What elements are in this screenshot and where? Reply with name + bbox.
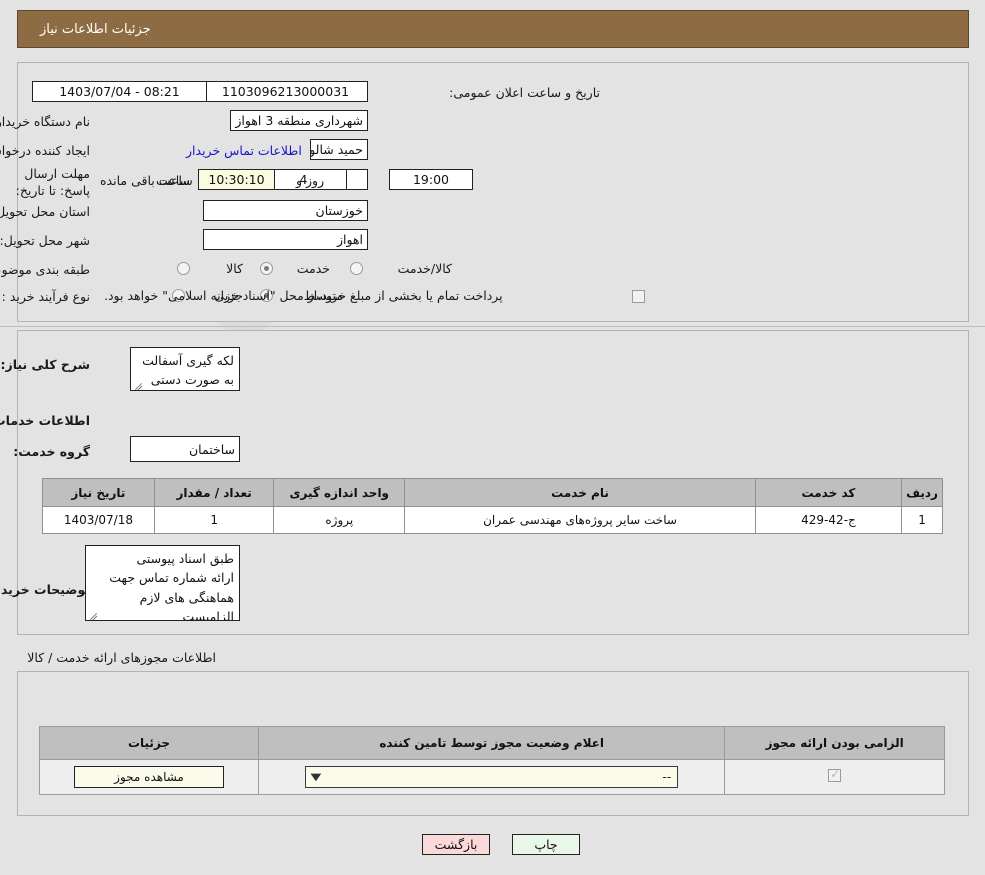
print-button[interactable]: چاپ (512, 834, 580, 855)
cell-permit-status: -- ▼ (258, 759, 726, 795)
resize-grip-icon[interactable] (133, 379, 143, 389)
services-table: ردیف کد خدمت نام خدمت واحد اندازه گیری ت… (42, 478, 943, 534)
treasury-bonds-note: پرداخت تمام یا بخشی از مبلغ خرید،از محل … (104, 288, 503, 303)
col-code: کد خدمت (754, 478, 903, 507)
cell-name: ساخت سایر پروژه‌های مهندسی عمران (404, 506, 756, 534)
process-label: نوع فرآیند خرید : (1, 289, 90, 304)
permit-required-checkbox (828, 767, 842, 782)
permits-table-header-row: الزامی بودن ارائه مجوز اعلام وضعیت مجوز … (38, 726, 945, 760)
cell-need-date: 1403/07/18 (42, 506, 155, 534)
cell-code: ج-42-429 (754, 506, 903, 534)
remaining-days-label: روز و (296, 173, 325, 188)
services-table-header-row: ردیف کد خدمت نام خدمت واحد اندازه گیری ت… (42, 478, 943, 507)
city-label: شهر محل تحویل: (0, 233, 90, 248)
col-quantity: تعداد / مقدار (153, 478, 275, 507)
view-permit-button[interactable]: مشاهده مجوز (74, 766, 225, 788)
cell-permit-required (724, 759, 945, 795)
page-title-bar: جزئیات اطلاعات نیاز (17, 10, 969, 48)
chevron-down-icon: ▼ (310, 771, 322, 783)
treasury-bonds-checkbox[interactable] (632, 290, 645, 303)
cell-quantity: 1 (153, 506, 275, 534)
need-description-box[interactable]: لکه گیری آسفالت به صورت دستی در نواحی 1 … (130, 347, 240, 391)
need-description-label: شرح کلی نیاز: (0, 357, 90, 372)
service-group-value: ساختمان (130, 436, 240, 462)
page-title: جزئیات اطلاعات نیاز (40, 21, 151, 37)
buyer-notes-line-2: ارائه شماره تماس جهت هماهنگی های لازم ال… (109, 570, 234, 621)
city-value: اهواز (203, 229, 368, 250)
buyer-contact-link[interactable]: اطلاعات تماس خریدار (186, 143, 302, 158)
buyer-notes-label: توضیحات خریدار: (0, 582, 90, 597)
permits-table: الزامی بودن ارائه مجوز اعلام وضعیت مجوز … (38, 726, 945, 795)
province-label: استان محل تحویل: (0, 204, 90, 219)
permit-status-dropdown[interactable]: -- ▼ (305, 766, 679, 788)
remaining-time-value: 10:30:10 (198, 169, 275, 190)
request-creator-value: حمید شالوئی کاربرداز شهرداری منطقه 3 اهو… (310, 139, 368, 160)
radio-category-kala-label: کالا (226, 261, 243, 276)
col-permit-details: جزئیات (38, 726, 260, 760)
table-row: -- ▼ مشاهده مجوز (38, 759, 945, 795)
col-name: نام خدمت (404, 478, 756, 507)
buyer-org-value: شهرداری منطقه 3 اهواز (230, 110, 368, 131)
cell-permit-details: مشاهده مجوز (38, 759, 260, 795)
request-creator-label: ایجاد کننده درخواست: (0, 143, 90, 158)
radio-category-kala[interactable] (177, 262, 190, 275)
need-description-value: لکه گیری آسفالت به صورت دستی در نواحی 1 … (142, 353, 234, 388)
permits-section-title: اطلاعات مجوزهای ارائه خدمت / کالا (27, 650, 216, 665)
category-label: طبقه بندی موضوعی: (0, 262, 90, 277)
buyer-org-label: نام دستگاه خریدار: (0, 114, 90, 129)
resize-grip-icon-notes[interactable] (88, 609, 98, 619)
service-group-label: گروه خدمت: (13, 444, 90, 459)
col-unit: واحد اندازه گیری (273, 478, 406, 507)
page-root: Ana Tender .net جزئیات اطلاعات نیاز شمار… (0, 0, 985, 875)
table-row: 1 ج-42-429 ساخت سایر پروژه‌های مهندسی عم… (42, 506, 943, 534)
buyer-notes-box[interactable]: طبق اسناد پیوستی ارائه شماره تماس جهت هم… (85, 545, 240, 621)
announce-datetime-label: تاریخ و ساعت اعلان عمومی: (449, 85, 600, 100)
radio-category-kala-khedmat-label: کالا/خدمت (397, 261, 452, 276)
remaining-time-suffix: ساعت باقی مانده (100, 173, 193, 188)
deadline-label: مهلت ارسال پاسخ: تا تاریخ: (15, 166, 90, 198)
cell-unit: پروژه (273, 506, 406, 534)
services-section-title: اطلاعات خدمات مورد نیاز (0, 413, 90, 428)
deadline-hour-value: 19:00 (389, 169, 473, 190)
buyer-notes-line-1: طبق اسناد پیوستی (136, 551, 234, 566)
col-permit-status: اعلام وضعیت مجوز توسط تامین کننده (258, 726, 726, 760)
cell-row: 1 (901, 506, 943, 534)
province-value: خوزستان (203, 200, 368, 221)
radio-category-khedmat-label: خدمت (296, 261, 330, 276)
need-number-value: 1103096213000031 (203, 81, 368, 102)
col-row: ردیف (901, 478, 943, 507)
permit-status-value: -- (662, 770, 672, 784)
back-button[interactable]: بازگشت (422, 834, 490, 855)
col-need-date: تاریخ نیاز (42, 478, 155, 507)
col-permit-required: الزامی بودن ارائه مجوز (724, 726, 945, 760)
radio-category-kala-khedmat[interactable] (350, 262, 363, 275)
radio-category-khedmat[interactable] (260, 262, 273, 275)
divider-top (0, 326, 985, 327)
announce-datetime-value: 1403/07/04 - 08:21 (32, 81, 207, 102)
